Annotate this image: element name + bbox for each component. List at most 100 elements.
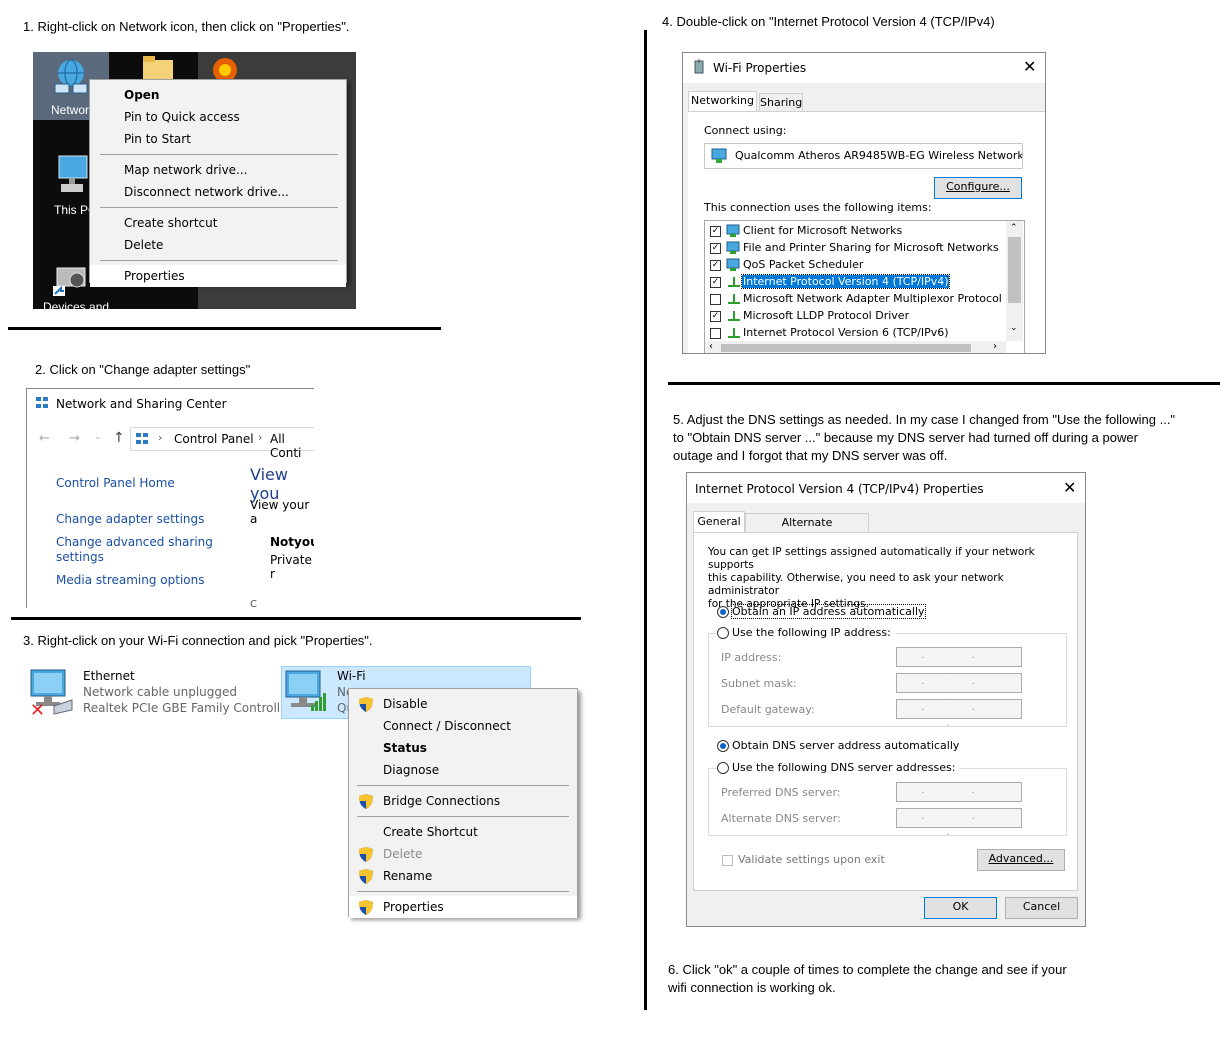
protocol-item[interactable]: ✓ Internet Protocol Version 4 (TCP/IPv4) — [710, 273, 950, 290]
tab-alternate-configuration[interactable]: Alternate Configuration — [745, 513, 869, 546]
items-list[interactable]: ✓ Client for Microsoft Networks ✓ File and … — [704, 220, 1025, 353]
network-icon[interactable] — [51, 56, 91, 96]
scroll-right-icon[interactable]: › — [993, 341, 997, 352]
protocol-icon — [728, 294, 740, 304]
obtain-ip-radio[interactable]: Obtain an IP address automatically — [717, 604, 926, 619]
checkbox-icon[interactable]: ✓ — [710, 259, 721, 271]
protocol-item[interactable]: ✓ Microsoft LLDP Protocol Driver — [710, 307, 909, 324]
link-change-adapter-settings[interactable]: Change adapter settings — [56, 512, 204, 526]
checkbox-icon[interactable] — [710, 293, 721, 305]
back-arrow-icon[interactable]: ← — [39, 431, 50, 446]
alternate-dns-label: Alternate DNS server: — [721, 812, 841, 825]
tab-networking[interactable]: Networking — [688, 91, 757, 112]
protocol-icon — [728, 277, 740, 287]
checkbox-icon[interactable] — [710, 327, 721, 339]
scroll-up-icon[interactable]: ⌃ — [1010, 223, 1018, 233]
protocol-item-label: Internet Protocol Version 6 (TCP/IPv6) — [743, 326, 949, 339]
address-bar[interactable]: › Control Panel › All Conti — [130, 427, 314, 460]
checkbox-icon[interactable]: ✓ — [710, 310, 721, 322]
menu-create-shortcut[interactable]: Create Shortcut — [349, 821, 577, 843]
breadcrumb-control-panel[interactable]: Control Panel — [174, 432, 254, 446]
checkbox-icon[interactable]: ✓ — [710, 242, 721, 254]
tab-sharing[interactable]: Sharing — [759, 93, 803, 113]
menu-create-shortcut[interactable]: Create shortcut — [90, 212, 346, 234]
protocol-item[interactable]: ✓ File and Printer Sharing for Microsoft … — [710, 239, 999, 256]
menu-delete[interactable]: Delete — [90, 234, 346, 256]
link-media-streaming[interactable]: Media streaming options — [56, 573, 204, 587]
desktop-context-menu: Open Pin to Quick access Pin to Start Ma… — [89, 79, 347, 287]
horizontal-scrollbar[interactable]: ‹ › — [705, 341, 1006, 353]
protocol-item[interactable]: ✓ Client for Microsoft Networks — [710, 222, 902, 239]
wifi-context-menu: Disable Connect / Disconnect Status Diag… — [348, 688, 578, 918]
recent-chevron-icon[interactable]: ⌄ — [94, 432, 102, 442]
close-icon[interactable]: ✕ — [1063, 478, 1076, 497]
menu-pin-quick-access[interactable]: Pin to Quick access — [90, 106, 346, 128]
address-network-icon — [136, 433, 148, 444]
dialog-title: Internet Protocol Version 4 (TCP/IPv4) P… — [695, 482, 984, 496]
link-change-advanced-sharing[interactable]: Change advanced sharing — [56, 535, 213, 549]
validate-checkbox[interactable]: Validate settings upon exit — [722, 853, 885, 866]
protocol-item-label: Microsoft Network Adapter Multiplexor Pr… — [743, 292, 1002, 305]
advanced-button[interactable]: Advanced... — [977, 849, 1065, 871]
protocol-item[interactable]: Microsoft Network Adapter Multiplexor Pr… — [710, 290, 1002, 307]
menu-properties[interactable]: Properties — [90, 265, 346, 287]
link-change-advanced-sharing-2[interactable]: settings — [56, 550, 104, 564]
protocol-icon — [726, 241, 740, 254]
protocol-item[interactable]: ✓ QoS Packet Scheduler — [710, 256, 863, 273]
breadcrumb-all-items[interactable]: All Conti — [270, 432, 314, 460]
ethernet-device: Realtek PCIe GBE Family Controller — [83, 701, 293, 715]
ethernet-adapter-icon[interactable]: ✕ — [28, 666, 78, 718]
hscroll-thumb[interactable] — [721, 344, 971, 352]
subnet-mask-field[interactable]: . . . — [896, 673, 1022, 703]
up-arrow-icon[interactable]: ↑ — [113, 430, 125, 446]
menu-delete[interactable]: Delete — [349, 843, 577, 865]
tab-general[interactable]: General — [693, 511, 745, 533]
cancel-button[interactable]: Cancel — [1005, 897, 1078, 919]
protocol-item[interactable]: Internet Protocol Version 6 (TCP/IPv6) — [710, 324, 949, 341]
menu-open[interactable]: Open — [90, 84, 346, 106]
forward-arrow-icon[interactable]: → — [69, 431, 80, 446]
scroll-left-icon[interactable]: ‹ — [709, 341, 713, 352]
menu-properties[interactable]: Properties — [349, 896, 577, 918]
default-gateway-label: Default gateway: — [721, 703, 815, 716]
devices-printers-icon[interactable] — [51, 258, 91, 298]
menu-map-network-drive[interactable]: Map network drive... — [90, 159, 346, 181]
step-6-line-1: 6. Click "ok" a couple of times to compl… — [668, 962, 1067, 977]
menu-rename[interactable]: Rename — [349, 865, 577, 887]
ok-button[interactable]: OK — [924, 897, 997, 919]
menu-disable[interactable]: Disable — [349, 693, 577, 715]
breadcrumb-chevron-icon: › — [258, 431, 263, 444]
vertical-scrollbar[interactable]: ⌃ ⌄ — [1006, 221, 1023, 341]
wifi-adapter-icon — [285, 670, 326, 711]
menu-connect-disconnect[interactable]: Connect / Disconnect — [349, 715, 577, 737]
ipv4-properties-dialog: Internet Protocol Version 4 (TCP/IPv4) P… — [686, 472, 1086, 927]
menu-status[interactable]: Status — [349, 737, 577, 759]
scroll-thumb[interactable] — [1008, 237, 1021, 303]
this-pc-icon[interactable] — [53, 154, 89, 198]
preferred-dns-field[interactable]: . . . — [896, 782, 1022, 812]
uac-shield-icon — [359, 847, 373, 862]
menu-disconnect-network-drive[interactable]: Disconnect network drive... — [90, 181, 346, 203]
checkbox-icon[interactable]: ✓ — [710, 225, 721, 237]
alternate-dns-field[interactable]: . . . — [896, 808, 1022, 838]
ip-address-field[interactable]: . . . — [896, 647, 1022, 677]
svg-text:✕: ✕ — [30, 700, 45, 718]
step-5-line-1: 5. Adjust the DNS settings as needed. In… — [673, 412, 1176, 427]
general-panel: You can get IP settings assigned automat… — [693, 532, 1078, 891]
scroll-down-icon[interactable]: ⌄ — [1010, 323, 1018, 333]
use-ip-radio[interactable]: Use the following IP address: — [717, 626, 895, 639]
configure-button[interactable]: Configure... — [934, 177, 1022, 199]
default-gateway-field[interactable]: . . . — [896, 699, 1022, 729]
link-control-panel-home[interactable]: Control Panel Home — [56, 476, 175, 490]
adapter-icon — [711, 148, 727, 163]
checkbox-icon[interactable]: ✓ — [710, 276, 721, 288]
menu-bridge-connections[interactable]: Bridge Connections — [349, 790, 577, 812]
window-title: Network and Sharing Center — [56, 397, 227, 411]
menu-pin-start[interactable]: Pin to Start — [90, 128, 346, 150]
menu-diagnose[interactable]: Diagnose — [349, 759, 577, 781]
obtain-dns-radio[interactable]: Obtain DNS server address automatically — [717, 739, 959, 752]
ip-address-label: IP address: — [721, 651, 782, 664]
use-dns-radio[interactable]: Use the following DNS server addresses: — [717, 761, 960, 774]
close-icon[interactable]: ✕ — [1023, 57, 1036, 76]
adapter-field: Qualcomm Atheros AR9485WB-EG Wireless Ne… — [704, 143, 1023, 169]
